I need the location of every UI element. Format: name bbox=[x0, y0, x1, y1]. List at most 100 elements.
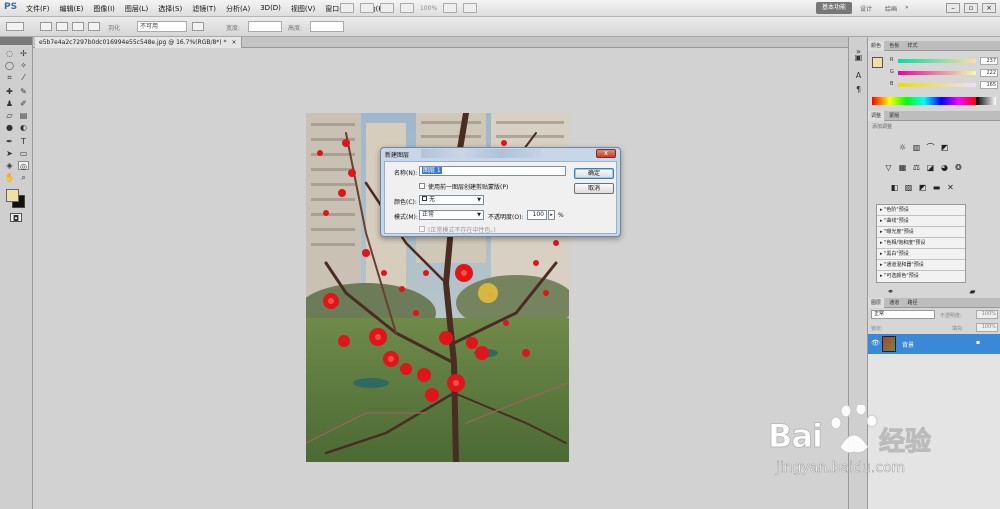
hand-tool-icon[interactable] bbox=[380, 3, 394, 13]
slider-r[interactable] bbox=[898, 59, 976, 63]
threshold-icon[interactable]: ◩ bbox=[918, 183, 927, 192]
cancel-button[interactable]: 取消 bbox=[574, 183, 614, 194]
menu-filter[interactable]: 滤镜(T) bbox=[192, 4, 216, 14]
opacity-dropdown-icon[interactable]: ▸ bbox=[548, 210, 555, 220]
crop-tool-icon[interactable]: ⌗ bbox=[4, 73, 15, 82]
ok-button[interactable]: 确定 bbox=[574, 168, 614, 179]
photo-filter-icon[interactable]: ◕ bbox=[940, 163, 949, 172]
healing-brush-icon[interactable]: ✚ bbox=[4, 87, 15, 96]
curves-icon[interactable]: ⌒ bbox=[926, 143, 935, 152]
pen-tool-icon[interactable]: ✒ bbox=[4, 137, 15, 146]
restore-button[interactable]: ▫ bbox=[964, 3, 978, 13]
preset-selective-color[interactable]: ▸ "可选颜色"预设 bbox=[877, 271, 965, 282]
marquee-tool-icon[interactable]: ◌ bbox=[4, 49, 15, 58]
character-panel-icon[interactable]: A bbox=[853, 71, 864, 80]
preset-curves[interactable]: ▸ "曲线"预设 bbox=[877, 216, 965, 227]
move-tool-icon[interactable]: ✢ bbox=[18, 49, 29, 58]
gradient-tool-icon[interactable]: ▤ bbox=[18, 111, 29, 120]
layer-fill-input[interactable]: 100% bbox=[976, 323, 998, 332]
arrange-documents-icon[interactable] bbox=[443, 3, 458, 13]
height-input[interactable] bbox=[310, 21, 344, 32]
preset-exposure[interactable]: ▸ "曝光度"预设 bbox=[877, 227, 965, 238]
layer-row-background[interactable]: 👁 背景 ▪ bbox=[868, 334, 1000, 354]
hue-saturation-icon[interactable]: ▦ bbox=[898, 163, 907, 172]
layer-name-input[interactable]: 图层 1 bbox=[419, 166, 566, 176]
grayscale-ramp[interactable] bbox=[976, 97, 996, 105]
menu-analysis[interactable]: 分析(A) bbox=[226, 4, 250, 14]
adjust-panel-options-icon[interactable]: ▰ bbox=[968, 287, 977, 296]
brightness-icon[interactable]: ☼ bbox=[898, 143, 907, 152]
eyedropper-icon[interactable]: ⁄ bbox=[18, 73, 29, 82]
clip-mask-checkbox[interactable] bbox=[419, 183, 425, 189]
workspace-design-button[interactable]: 设计 bbox=[860, 4, 872, 13]
posterize-icon[interactable]: ▨ bbox=[904, 183, 913, 192]
preset-black-white[interactable]: ▸ "黑白"预设 bbox=[877, 249, 965, 260]
preset-channel-mixer[interactable]: ▸ "通道混和器"预设 bbox=[877, 260, 965, 271]
hand-icon[interactable]: ✋ bbox=[4, 173, 15, 182]
layer-opacity-input[interactable]: 100% bbox=[976, 310, 998, 319]
layer-visibility-icon[interactable]: 👁 bbox=[871, 339, 880, 347]
workspace-paint-button[interactable]: 绘画 bbox=[885, 4, 897, 13]
save-icon[interactable] bbox=[192, 22, 204, 31]
menu-select[interactable]: 选择(S) bbox=[158, 4, 182, 14]
document-tab[interactable]: e5b7e4a2c7297b0dc016994e55c548e.jpg @ 16… bbox=[35, 37, 242, 48]
eraser-tool-icon[interactable]: ▱ bbox=[4, 111, 15, 120]
add-selection-icon[interactable] bbox=[56, 22, 68, 31]
intersect-selection-icon[interactable] bbox=[88, 22, 100, 31]
zoom-level[interactable]: 100% bbox=[420, 5, 437, 12]
neutral-fill-checkbox[interactable] bbox=[419, 226, 425, 232]
screen-mode-icon[interactable] bbox=[463, 3, 478, 13]
tab-swatches[interactable]: 色板 bbox=[886, 41, 902, 51]
tab-adjustments[interactable]: 调整 bbox=[868, 111, 885, 121]
color-select[interactable]: 无 ▼ bbox=[419, 195, 484, 205]
clip-to-layer-icon[interactable]: ⚭ bbox=[886, 287, 895, 296]
preset-hue-saturation[interactable]: ▸ "色相/饱和度"预设 bbox=[877, 238, 965, 249]
mini-bridge-icon[interactable] bbox=[360, 3, 374, 13]
menu-file[interactable]: 文件(F) bbox=[26, 4, 50, 14]
3d-camera-icon[interactable]: ◎ bbox=[18, 161, 29, 171]
tab-paths[interactable]: 路径 bbox=[905, 298, 921, 308]
minimize-button[interactable]: – bbox=[946, 3, 960, 13]
foreground-color-swatch[interactable] bbox=[6, 189, 19, 202]
workspace-essentials-button[interactable]: 基本功能 bbox=[816, 2, 852, 14]
gradient-map-icon[interactable]: ▬ bbox=[932, 183, 941, 192]
color-balance-icon[interactable]: ⚖ bbox=[912, 163, 921, 172]
dodge-tool-icon[interactable]: ◐ bbox=[18, 123, 29, 132]
quick-mask-icon[interactable]: ◘ bbox=[10, 213, 22, 223]
history-panel-icon[interactable]: ▣ bbox=[853, 53, 864, 62]
value-b[interactable]: 165 bbox=[980, 81, 998, 89]
value-r[interactable]: 237 bbox=[980, 57, 998, 65]
value-g[interactable]: 222 bbox=[980, 69, 998, 77]
tab-layers[interactable]: 图层 bbox=[868, 298, 885, 308]
tab-styles[interactable]: 样式 bbox=[905, 41, 921, 51]
tab-channels[interactable]: 通道 bbox=[886, 298, 902, 308]
style-select[interactable]: 不可用 bbox=[137, 21, 187, 32]
close-tab-icon[interactable]: × bbox=[231, 39, 236, 46]
subtract-selection-icon[interactable] bbox=[72, 22, 84, 31]
channel-mixer-icon[interactable]: ❂ bbox=[954, 163, 963, 172]
mode-select[interactable]: 正常 ▼ bbox=[419, 210, 484, 220]
workspace-more-button[interactable]: » bbox=[905, 4, 909, 11]
type-tool-icon[interactable]: T bbox=[18, 137, 29, 146]
new-selection-icon[interactable] bbox=[40, 22, 52, 31]
paragraph-panel-icon[interactable]: ¶ bbox=[853, 85, 864, 94]
menu-view[interactable]: 视图(V) bbox=[291, 4, 315, 14]
zoom-icon[interactable]: ⌕ bbox=[18, 173, 29, 182]
black-white-icon[interactable]: ◪ bbox=[926, 163, 935, 172]
preset-levels[interactable]: ▸ "色阶"预设 bbox=[877, 205, 965, 216]
magic-wand-icon[interactable]: ✧ bbox=[18, 61, 29, 70]
exposure-icon[interactable]: ◩ bbox=[940, 143, 949, 152]
color-fg-preview[interactable] bbox=[872, 57, 883, 68]
invert-icon[interactable]: ◧ bbox=[890, 183, 899, 192]
history-brush-icon[interactable]: ✐ bbox=[18, 99, 29, 108]
menu-3d[interactable]: 3D(D) bbox=[260, 4, 281, 14]
tab-color[interactable]: 颜色 bbox=[868, 41, 885, 51]
levels-icon[interactable]: ▥ bbox=[912, 143, 921, 152]
blend-mode-select[interactable]: 正常 bbox=[871, 310, 935, 319]
menu-image[interactable]: 图像(I) bbox=[93, 4, 115, 14]
zoom-tool-icon[interactable] bbox=[400, 3, 414, 13]
dialog-close-button[interactable]: x bbox=[596, 149, 616, 158]
shape-tool-icon[interactable]: ▭ bbox=[18, 149, 29, 158]
slider-g[interactable] bbox=[898, 71, 976, 75]
color-spectrum-bar[interactable] bbox=[872, 97, 976, 105]
